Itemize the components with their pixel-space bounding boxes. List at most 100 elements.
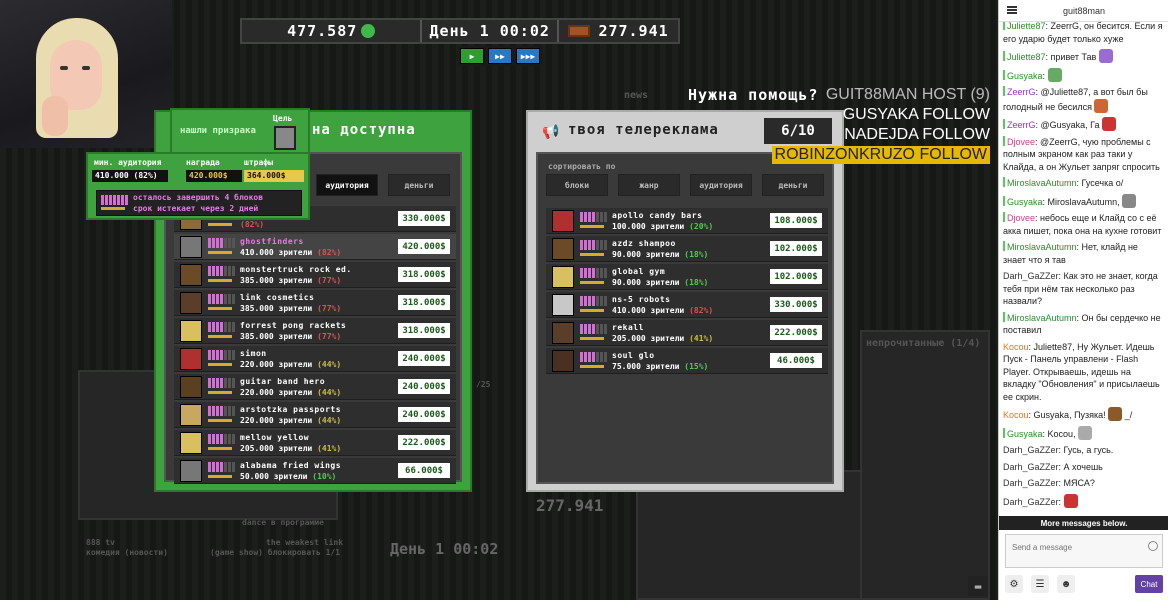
ad-row[interactable]: simon 220.000 зрители (44%) 240.000$ (174, 346, 456, 372)
day-display: День 1 00:02 (429, 22, 550, 40)
ad-avatar (180, 264, 202, 286)
chat-username[interactable]: Juliette87 (1007, 52, 1046, 62)
chat-username[interactable]: MiroslavaAutumn (1007, 313, 1077, 323)
box-display: 277.941 (559, 20, 678, 42)
ad-row[interactable]: guitar band hero 220.000 зрители (44%) 240… (174, 374, 456, 400)
ad-viewers: (82%) (240, 220, 264, 229)
chat-message: Gusyaka: Kocou, (1003, 425, 1163, 441)
ad-row[interactable]: arstotzka passports 220.000 зрители (44%)… (174, 402, 456, 428)
mask-icon[interactable]: ☻ (1057, 575, 1075, 593)
ad-row[interactable]: apollo candy bars 100.000 зрители (20%) 10… (546, 208, 828, 234)
chat-message: Darh_GaZZer: (1003, 493, 1163, 509)
ad-viewers-value: 90.000 зрители (612, 278, 680, 287)
sort-audience[interactable]: аудитория (690, 174, 752, 196)
chat-username[interactable]: Gusyaka (1007, 71, 1043, 81)
block-line (208, 223, 232, 226)
chat-username[interactable]: Kocou (1003, 342, 1029, 352)
ad-percent: (82%) (689, 306, 714, 315)
block-line (208, 447, 232, 450)
ad-price: 318.000$ (398, 323, 450, 338)
emote-icon (1098, 49, 1113, 63)
gameshow-label: (game show) блокировать 1/1 (210, 548, 341, 557)
emoji-icon[interactable] (1148, 541, 1158, 551)
ad-row[interactable]: rekall 205.000 зрители (41%) 222.000$ (546, 320, 828, 346)
ad-name: mellow yellow (240, 433, 310, 442)
block-bars (580, 352, 607, 362)
block-line (580, 337, 604, 340)
ad-viewers-value: 220.000 зрители (240, 360, 313, 369)
sort-blocks[interactable]: блоки (546, 174, 608, 196)
more-messages-button[interactable]: More messages below. (999, 516, 1168, 530)
ad-price: 222.000$ (398, 435, 450, 450)
background-room (860, 330, 990, 600)
chat-username[interactable]: ZeerrG (1007, 87, 1036, 97)
chat-input-box[interactable] (1005, 534, 1163, 568)
chat-username[interactable]: Darh_GaZZer (1003, 497, 1059, 507)
ad-row[interactable]: link cosmetics 385.000 зрители (77%) 318.0… (174, 290, 456, 316)
chat-text: MiroslavaAutumn, (1047, 196, 1120, 207)
chat-username[interactable]: Darh_GaZZer (1003, 478, 1059, 488)
chat-username[interactable]: Kocou (1003, 410, 1029, 420)
chat-username[interactable]: MiroslavaAutumn (1007, 178, 1077, 188)
emote-icon (1078, 425, 1093, 440)
chat-username[interactable]: MiroslavaAutumn (1007, 242, 1077, 252)
ad-viewers: 75.000 зрители (15%) (612, 362, 708, 371)
ad-avatar (180, 236, 202, 258)
chat-username[interactable]: Djovee (1007, 213, 1035, 223)
ad-row[interactable]: forrest pong rackets 385.000 зрители (77%… (174, 318, 456, 344)
ad-avatar (552, 322, 574, 344)
ad-row[interactable]: ns-5 robots 410.000 зрители (82%) 330.000$ (546, 292, 828, 318)
ad-row[interactable]: azdz shampoo 90.000 зрители (18%) 102.000$ (546, 236, 828, 262)
list-icon[interactable]: ☰ (1031, 575, 1049, 593)
chat-input[interactable] (1012, 543, 1142, 552)
ad-price: 240.000$ (398, 407, 450, 422)
play-button[interactable]: ▶ (460, 48, 484, 64)
menu-icon[interactable] (1007, 6, 1017, 14)
chat-username[interactable]: Darh_GaZZer (1003, 445, 1059, 455)
ad-row[interactable]: global gym 90.000 зрители (18%) 102.000$ (546, 264, 828, 290)
block-bars (580, 324, 607, 334)
ad-name: rekall (612, 323, 644, 332)
chat-send-button[interactable]: Chat (1135, 575, 1163, 593)
ad-price: 222.000$ (770, 325, 822, 340)
channel-name: guit88man (1062, 5, 1106, 16)
sort-money[interactable]: деньги (762, 174, 824, 196)
fastest-button[interactable]: ▶▶▶ (516, 48, 540, 64)
sort-genre[interactable]: жанр (618, 174, 680, 196)
mod-badge-icon (1003, 69, 1005, 80)
sort-label: сортировать по (548, 162, 616, 171)
ad-row[interactable]: alabama fried wings 50.000 зрители (10%) 6… (174, 458, 456, 484)
goal-title: нашли призрака (180, 126, 256, 136)
tab-money[interactable]: деньги (388, 174, 450, 196)
ad-viewers: 385.000 зрители (77%) (240, 276, 341, 285)
chat-username[interactable]: Gusyaka (1007, 429, 1043, 439)
settings-icon[interactable]: ⚙ (1005, 575, 1023, 593)
chat-username[interactable]: Gusyaka (1007, 197, 1043, 207)
money-icon (361, 24, 376, 38)
ad-row[interactable]: soul glo 75.000 зрители (15%) 46.000$ (546, 348, 828, 374)
ad-name: monstertruck rock ed. (240, 265, 352, 274)
emote-icon (1063, 493, 1078, 508)
ad-row[interactable]: monstertruck rock ed. 385.000 зрители (77… (174, 262, 456, 288)
news-label: news (624, 90, 649, 101)
ad-row[interactable]: ghostfinders 410.000 зрители (82%) 420.000… (174, 234, 456, 260)
chat-text: @Gusyaka, Га (1040, 120, 1100, 130)
ad-viewers: 220.000 зрители (44%) (240, 360, 341, 369)
ad-viewers: 100.000 зрители (20%) (612, 222, 713, 231)
block-bars (580, 240, 607, 250)
chat-username[interactable]: Juliette87 (1007, 21, 1046, 31)
unread-label: непрочитанные (1/4) (866, 338, 981, 349)
chat-bubble-icon[interactable]: ▬ (968, 576, 988, 596)
chat-username[interactable]: Djovee (1007, 137, 1035, 147)
ad-viewers-value: 385.000 зрители (240, 276, 313, 285)
tab-audience[interactable]: аудитория (316, 174, 378, 196)
chat-text: МЯСА? (1063, 478, 1095, 488)
chat-username[interactable]: Darh_GaZZer (1003, 462, 1059, 472)
ad-viewers-value: 220.000 зрители (240, 416, 313, 425)
mod-badge-icon (1003, 177, 1005, 187)
block-line (580, 253, 604, 256)
chat-username[interactable]: ZeerrG (1007, 120, 1036, 130)
fast-button[interactable]: ▶▶ (488, 48, 512, 64)
chat-username[interactable]: Darh_GaZZer (1003, 271, 1059, 281)
ad-row[interactable]: mellow yellow 205.000 зрители (41%) 222.00… (174, 430, 456, 456)
